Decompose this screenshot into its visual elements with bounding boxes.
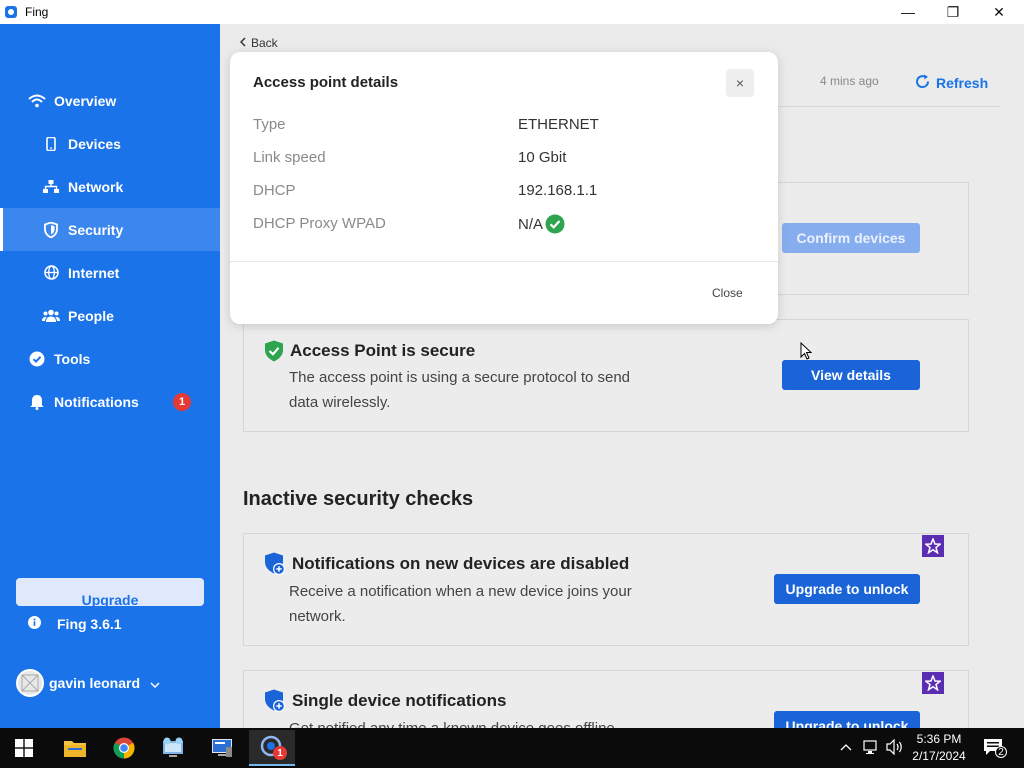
- sidebar: Overview Devices Network Security Intern…: [0, 24, 220, 728]
- close-dialog-button[interactable]: ×: [726, 69, 754, 97]
- inactive-check-card: Notifications on new devices are disable…: [243, 533, 969, 646]
- sidebar-item-tools[interactable]: Tools: [0, 337, 220, 380]
- clock-time: 5:36 PM: [916, 732, 962, 746]
- chevron-down-icon: [150, 675, 160, 691]
- chevron-left-icon: [239, 36, 246, 50]
- detail-value-dhcp: 192.168.1.1: [518, 182, 598, 199]
- detail-label-link-speed: Link speed: [253, 149, 326, 166]
- file-explorer-icon[interactable]: [55, 730, 95, 766]
- sidebar-item-internet[interactable]: Internet: [0, 251, 220, 294]
- sidebar-item-label: Security: [68, 221, 124, 238]
- shield-plus-icon: [264, 552, 286, 576]
- clock-date: 2/17/2024: [912, 749, 966, 763]
- sidebar-item-label: Internet: [68, 264, 120, 281]
- chevron-up-icon[interactable]: [840, 740, 852, 754]
- back-link[interactable]: Back: [239, 36, 278, 50]
- detail-label-dhcp-proxy-wpad: DHCP Proxy WPAD: [253, 215, 386, 232]
- windows-taskbar: 1 5:36 PM 2/17/2024 2: [0, 728, 1024, 768]
- sidebar-item-label: Devices: [68, 135, 121, 152]
- notification-badge: 1: [173, 392, 191, 411]
- confirm-devices-button[interactable]: Confirm devices: [782, 223, 920, 253]
- start-button[interactable]: [4, 730, 44, 766]
- sidebar-item-label: Notifications: [54, 393, 139, 410]
- mouse-cursor-icon: [800, 341, 813, 365]
- app-version: Fing 3.6.1: [28, 616, 122, 632]
- access-point-card: Access Point is secure The access point …: [243, 319, 969, 432]
- dialog-title: Access point details: [253, 74, 399, 91]
- upgrade-to-unlock-button[interactable]: Upgrade to unlock: [774, 711, 920, 728]
- sidebar-item-network[interactable]: Network: [0, 165, 220, 208]
- sidebar-item-label: Overview: [54, 92, 117, 109]
- sidebar-item-notifications[interactable]: Notifications 1: [0, 380, 220, 423]
- upgrade-to-unlock-button[interactable]: Upgrade to unlock: [774, 574, 920, 604]
- chrome-icon[interactable]: [104, 730, 144, 766]
- avatar: [16, 669, 44, 697]
- last-updated: 4 mins ago: [820, 74, 879, 88]
- inactive-check-card: Single device notifications Get notified…: [243, 670, 969, 728]
- action-center-count: 2: [995, 746, 1007, 758]
- network-tray-icon[interactable]: [862, 739, 878, 758]
- sidebar-item-devices[interactable]: Devices: [0, 122, 220, 165]
- check-circle-icon: [28, 350, 46, 368]
- user-name: gavin leonard: [49, 675, 141, 691]
- close-button[interactable]: Close: [712, 286, 743, 300]
- sidebar-item-label: Tools: [54, 350, 91, 367]
- premium-star-icon: [922, 535, 944, 557]
- sidebar-item-security[interactable]: Security: [0, 208, 220, 251]
- taskbar-clock[interactable]: 5:36 PM 2/17/2024: [900, 731, 978, 765]
- sidebar-item-overview[interactable]: Overview: [0, 79, 220, 122]
- action-center-icon[interactable]: 2: [983, 738, 1007, 758]
- upgrade-button[interactable]: Upgrade: [16, 578, 204, 606]
- card-title: Single device notifications: [264, 689, 506, 713]
- detail-value-dhcp-proxy-wpad: N/A: [518, 214, 565, 234]
- close-window-button[interactable]: ✕: [976, 0, 1022, 24]
- sidebar-item-people[interactable]: People: [0, 294, 220, 337]
- window-titlebar: Fing — ❐ ✕: [0, 0, 1024, 24]
- sidebar-item-label: People: [68, 307, 114, 324]
- network-icon: [42, 178, 60, 196]
- globe-icon: [42, 264, 60, 282]
- card-title: Access Point is secure: [264, 340, 475, 362]
- detail-label-type: Type: [253, 116, 286, 133]
- card-title: Notifications on new devices are disable…: [264, 552, 629, 576]
- refresh-button[interactable]: Refresh: [915, 74, 988, 92]
- network-settings-icon[interactable]: [153, 730, 193, 766]
- refresh-icon: [915, 74, 930, 92]
- check-circle-icon: [545, 214, 565, 234]
- access-point-details-dialog: Access point details × Type ETHERNET Lin…: [230, 52, 778, 324]
- dialog-divider: [230, 261, 778, 262]
- premium-star-icon: [922, 672, 944, 694]
- server-manager-icon[interactable]: [202, 730, 242, 766]
- window-title: Fing: [25, 5, 49, 19]
- detail-value-link-speed: 10 Gbit: [518, 149, 567, 166]
- user-menu[interactable]: gavin leonard: [16, 669, 160, 697]
- detail-label-dhcp: DHCP: [253, 182, 296, 199]
- detail-value-type: ETHERNET: [518, 116, 599, 133]
- fing-taskbar-icon[interactable]: 1: [249, 730, 295, 766]
- card-description: Receive a notification when a new device…: [289, 583, 632, 625]
- taskbar-badge: 1: [273, 746, 287, 760]
- minimize-button[interactable]: —: [885, 0, 931, 24]
- inactive-section-title: Inactive security checks: [243, 488, 474, 510]
- phone-icon: [42, 135, 60, 153]
- shield-icon: [42, 221, 60, 239]
- people-icon: [42, 307, 60, 325]
- info-icon: [28, 616, 41, 632]
- card-description: The access point is using a secure proto…: [289, 369, 631, 411]
- windows-logo-icon: [15, 739, 33, 757]
- close-icon: ×: [735, 75, 745, 91]
- bell-icon: [28, 393, 46, 411]
- shield-check-icon: [264, 340, 284, 362]
- shield-plus-icon: [264, 689, 286, 713]
- fing-app-icon: [5, 6, 17, 18]
- sidebar-item-label: Network: [68, 178, 124, 195]
- wifi-icon: [28, 92, 46, 110]
- card-description: Get notified any time a known device goe…: [289, 716, 649, 728]
- maximize-button[interactable]: ❐: [930, 0, 976, 24]
